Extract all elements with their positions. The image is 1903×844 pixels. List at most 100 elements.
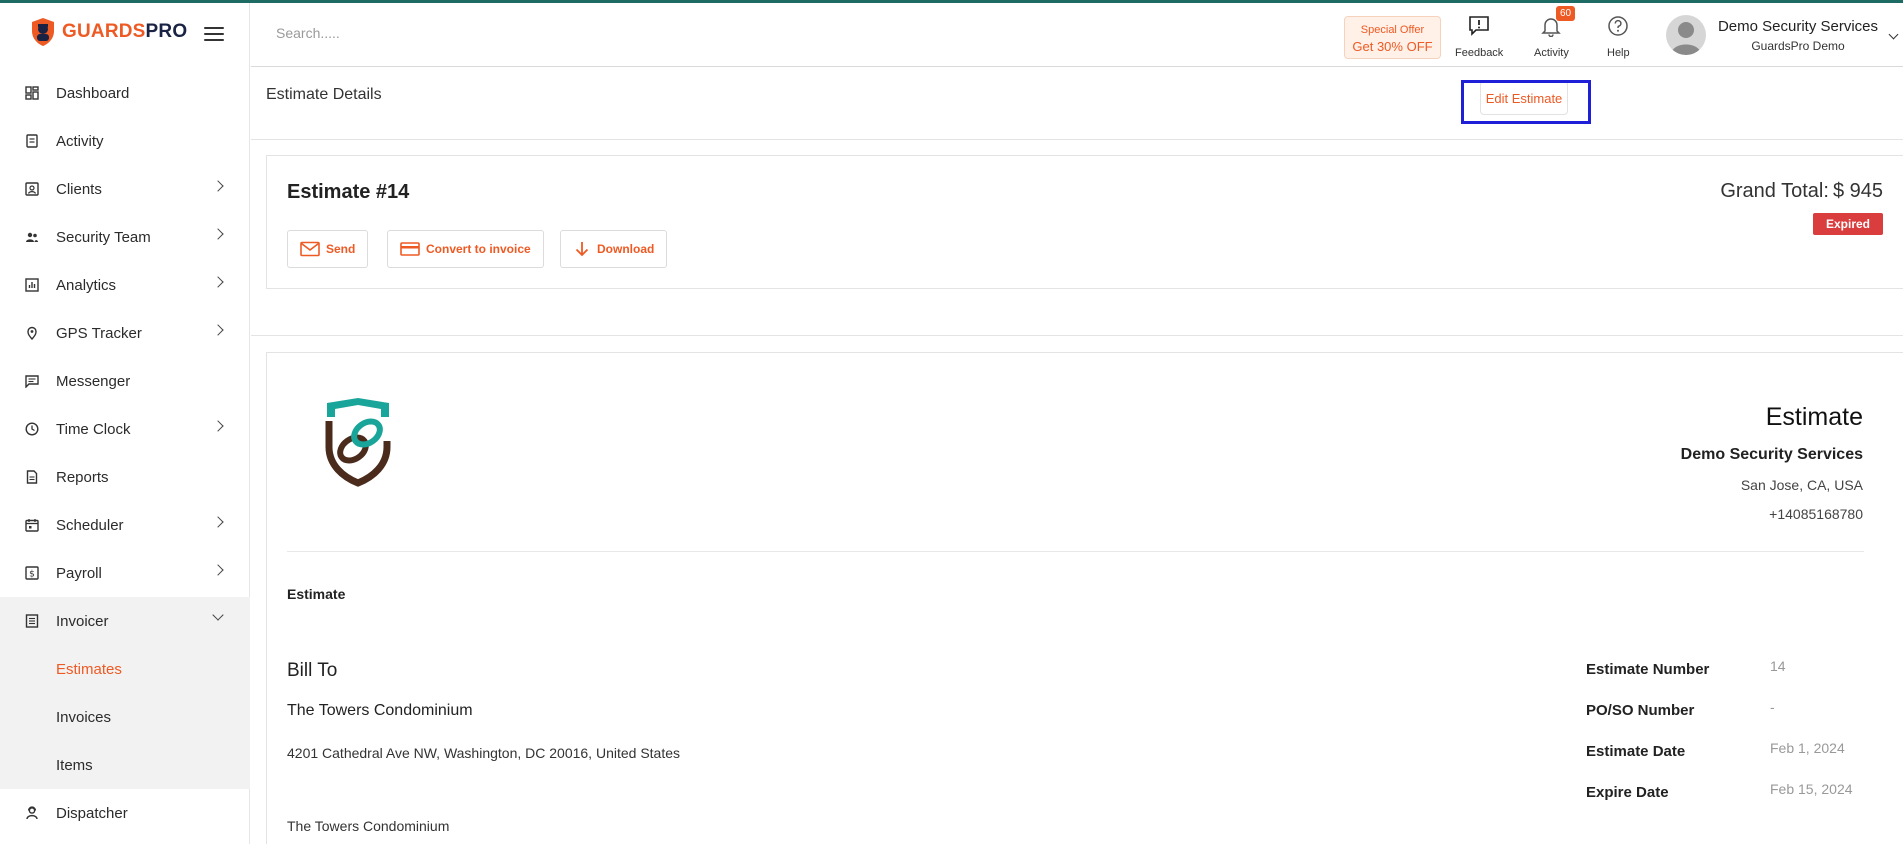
- activity-notifications-button[interactable]: 60 Activity: [1534, 6, 1576, 59]
- chevron-right-icon: [212, 276, 224, 288]
- team-icon: [24, 229, 40, 245]
- sidebar-item-analytics[interactable]: Analytics: [0, 261, 250, 309]
- special-offer-button[interactable]: Special Offer Get 30% OFF: [1344, 16, 1441, 59]
- company-location: San Jose, CA, USA: [1740, 477, 1863, 493]
- convert-to-invoice-button[interactable]: Convert to invoice: [387, 230, 544, 268]
- sidebar-subitem-items[interactable]: Items: [0, 741, 250, 789]
- sidebar-item-time-clock[interactable]: Time Clock: [0, 405, 250, 453]
- sidebar-item-reports[interactable]: Reports: [0, 453, 250, 501]
- sidebar-item-activity[interactable]: Activity: [0, 117, 250, 165]
- convert-label: Convert to invoice: [426, 242, 531, 256]
- edit-estimate-button[interactable]: Edit Estimate: [1480, 81, 1568, 115]
- sidebar-item-invoicer[interactable]: Invoicer: [0, 597, 250, 645]
- company-logo-icon: [325, 398, 391, 487]
- sidebar-subitem-estimates[interactable]: Estimates: [0, 645, 250, 693]
- chevron-right-icon: [212, 324, 224, 336]
- chevron-right-icon: [212, 420, 224, 432]
- activity-label: Activity: [1534, 47, 1569, 59]
- sidebar-item-dispatcher[interactable]: Dispatcher: [0, 789, 250, 837]
- company-phone: +14085168780: [1769, 506, 1863, 522]
- page-title: Estimate Details: [266, 86, 382, 103]
- sidebar-item-label: Dashboard: [56, 84, 130, 102]
- sidebar-item-label: Clients: [56, 180, 102, 198]
- message-icon: [24, 373, 40, 389]
- download-arrow-icon: [575, 242, 589, 257]
- sidebar-item-label: Reports: [56, 468, 109, 486]
- grand-total-label: Grand Total:: [1720, 180, 1829, 202]
- sidebar-item-label: Payroll: [56, 564, 102, 582]
- brand-logo[interactable]: GUARDSPRO: [30, 17, 187, 47]
- sidebar-item-clients[interactable]: Clients: [0, 165, 250, 213]
- meta-value: Feb 1, 2024: [1770, 740, 1845, 756]
- sidebar-item-scheduler[interactable]: Scheduler: [0, 501, 250, 549]
- estimate-number-heading: Estimate #14: [287, 181, 410, 203]
- credit-card-icon: [400, 242, 420, 256]
- send-button[interactable]: Send: [287, 230, 369, 268]
- sidebar-item-payroll[interactable]: $ Payroll: [0, 549, 250, 597]
- download-button[interactable]: Download: [560, 230, 668, 268]
- sidebar-item-security-team[interactable]: Security Team: [0, 213, 250, 261]
- user-company: GuardsPro Demo: [1751, 39, 1845, 53]
- feedback-label: Feedback: [1455, 47, 1504, 59]
- brand-name: GUARDSPRO: [62, 21, 187, 43]
- document-section-label: Estimate: [287, 586, 346, 602]
- bill-to-name: The Towers Condominium: [287, 702, 473, 719]
- sidebar-item-gps-tracker[interactable]: GPS Tracker: [0, 309, 250, 357]
- company-name: Demo Security Services: [1680, 446, 1863, 463]
- send-label: Send: [326, 242, 356, 256]
- chevron-right-icon: [212, 228, 224, 240]
- meta-value: Feb 15, 2024: [1770, 781, 1853, 797]
- notification-count-badge: 60: [1556, 6, 1576, 21]
- sidebar: GUARDSPRO Dashboard Activity Clients Sec…: [0, 3, 250, 844]
- offer-line2: Get 30% OFF: [1352, 39, 1433, 54]
- status-badge: Expired: [1813, 213, 1883, 235]
- sidebar-group-invoicer: Invoicer Estimates Invoices Items: [0, 597, 250, 789]
- sidebar-item-label: Analytics: [56, 276, 117, 294]
- chevron-right-icon: [212, 180, 224, 192]
- clock-icon: [24, 421, 40, 437]
- divider: [287, 551, 1864, 552]
- grand-total-value: $ 945: [1832, 180, 1883, 202]
- location-pin-icon: [24, 325, 40, 341]
- sidebar-item-label: Activity: [56, 132, 104, 150]
- user-menu[interactable]: Demo Security Services GuardsPro Demo: [1713, 18, 1883, 53]
- dashboard-icon: [24, 85, 40, 101]
- sidebar-item-label: Time Clock: [56, 420, 131, 438]
- user-name: Demo Security Services: [1717, 18, 1879, 35]
- sidebar-item-label: Invoicer: [56, 612, 109, 630]
- meta-value: -: [1770, 699, 1775, 715]
- divider: [251, 335, 1903, 336]
- sidebar-nav: Dashboard Activity Clients Security Team…: [0, 69, 250, 837]
- meta-value: 14: [1770, 658, 1786, 674]
- svg-text:$: $: [29, 570, 35, 580]
- offer-line1: Special Offer: [1360, 24, 1425, 36]
- meta-label: Estimate Date: [1586, 743, 1686, 760]
- search-input[interactable]: [276, 25, 576, 41]
- sidebar-item-label: GPS Tracker: [56, 324, 142, 342]
- help-icon: [1608, 16, 1629, 36]
- guard-shield-icon: [32, 18, 54, 46]
- clients-icon: [24, 181, 40, 197]
- meta-label: Expire Date: [1586, 784, 1669, 801]
- help-button[interactable]: Help: [1607, 15, 1630, 59]
- sidebar-subitem-invoices[interactable]: Invoices: [0, 693, 250, 741]
- meta-label: PO/SO Number: [1586, 702, 1695, 719]
- bill-to-address: 4201 Cathedral Ave NW, Washington, DC 20…: [287, 745, 681, 761]
- hamburger-menu-icon[interactable]: [204, 27, 224, 43]
- avatar[interactable]: [1666, 15, 1706, 55]
- mail-icon: [300, 241, 320, 257]
- sidebar-item-dashboard[interactable]: Dashboard: [0, 69, 250, 117]
- chevron-right-icon: [212, 564, 224, 576]
- feedback-button[interactable]: Feedback: [1455, 15, 1503, 59]
- sidebar-item-messenger[interactable]: Messenger: [0, 357, 250, 405]
- sidebar-item-label: Security Team: [56, 228, 151, 246]
- brand-name-part1: GUARDS: [62, 21, 146, 42]
- download-label: Download: [597, 242, 655, 256]
- report-icon: [24, 469, 40, 485]
- chevron-right-icon: [212, 516, 224, 528]
- sidebar-item-label: Messenger: [56, 372, 131, 390]
- sidebar-item-label: Scheduler: [56, 516, 124, 534]
- bill-to-heading: Bill To: [287, 660, 338, 681]
- activity-icon: [24, 133, 40, 149]
- chevron-down-icon[interactable]: [1888, 29, 1899, 40]
